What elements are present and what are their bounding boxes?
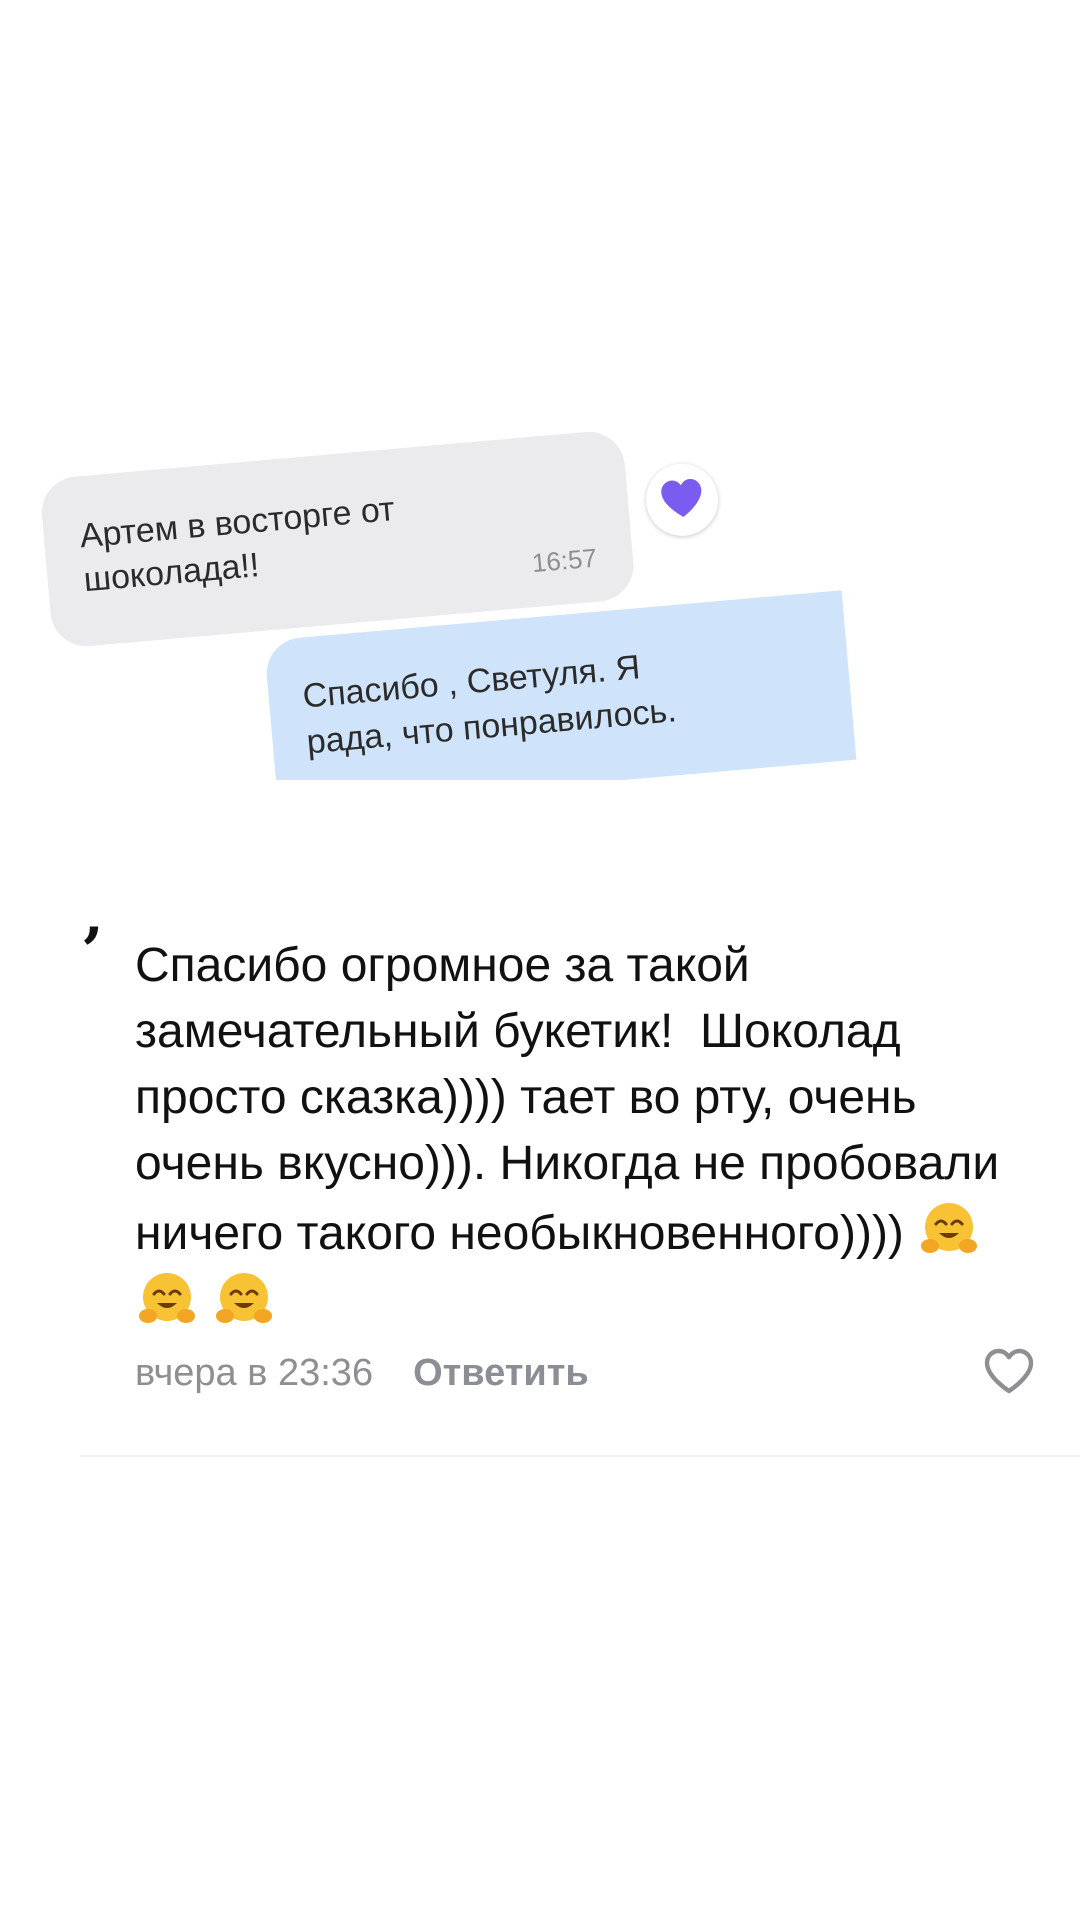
outgoing-message-text: Спасибо , Светуля. Я рада, что понравило… [301,648,679,762]
comment-text: Спасибо огромное за такой замечательный … [135,939,1013,1260]
chat-screenshot: Артем в восторге от шоколада!! 16:57 Спа… [0,410,1080,780]
quote-mark: ’ [81,914,104,989]
heart-outline-icon[interactable] [983,1347,1035,1395]
chat-content: Артем в восторге от шоколада!! 16:57 Спа… [0,410,1080,780]
hugging-face-icon [135,1267,199,1331]
reaction-badge[interactable] [643,460,722,539]
comment-footer: вчера в 23:36 Ответить [135,1343,1035,1403]
comment-body: Спасибо огромное за такой замечательный … [135,933,1035,1337]
purple-heart-icon [657,474,707,525]
hugging-face-icon [212,1267,276,1331]
divider [80,1455,1080,1457]
incoming-message-time: 16:57 [530,542,599,579]
incoming-message-text: Артем в восторге от шоколада!! [78,490,397,600]
comment-timestamp: вчера в 23:36 [135,1351,374,1394]
hugging-face-icon [917,1197,981,1261]
comment: ’ Спасибо огромное за такой замечательны… [75,920,1080,1445]
reply-button[interactable]: Ответить [413,1352,589,1395]
